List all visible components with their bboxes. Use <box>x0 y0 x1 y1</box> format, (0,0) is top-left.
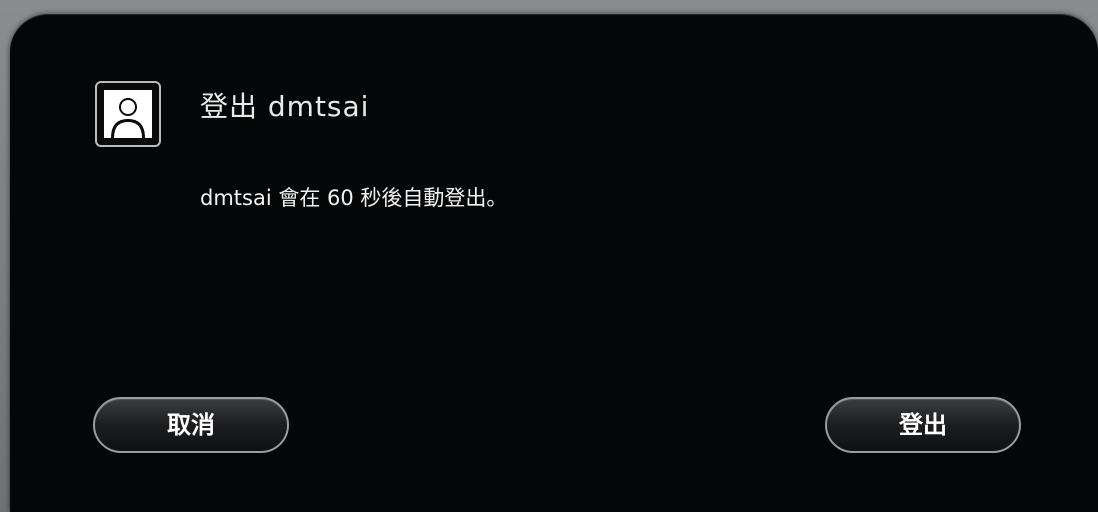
logout-dialog: 登出 dmtsai dmtsai 會在 60 秒後自動登出。 取消 登出 <box>10 14 1098 512</box>
user-icon <box>104 90 152 138</box>
dialog-message: dmtsai 會在 60 秒後自動登出。 <box>200 186 508 210</box>
dialog-title: 登出 dmtsai <box>200 90 370 123</box>
cancel-button[interactable]: 取消 <box>93 397 289 453</box>
logout-button[interactable]: 登出 <box>825 397 1021 453</box>
user-avatar <box>95 81 161 147</box>
